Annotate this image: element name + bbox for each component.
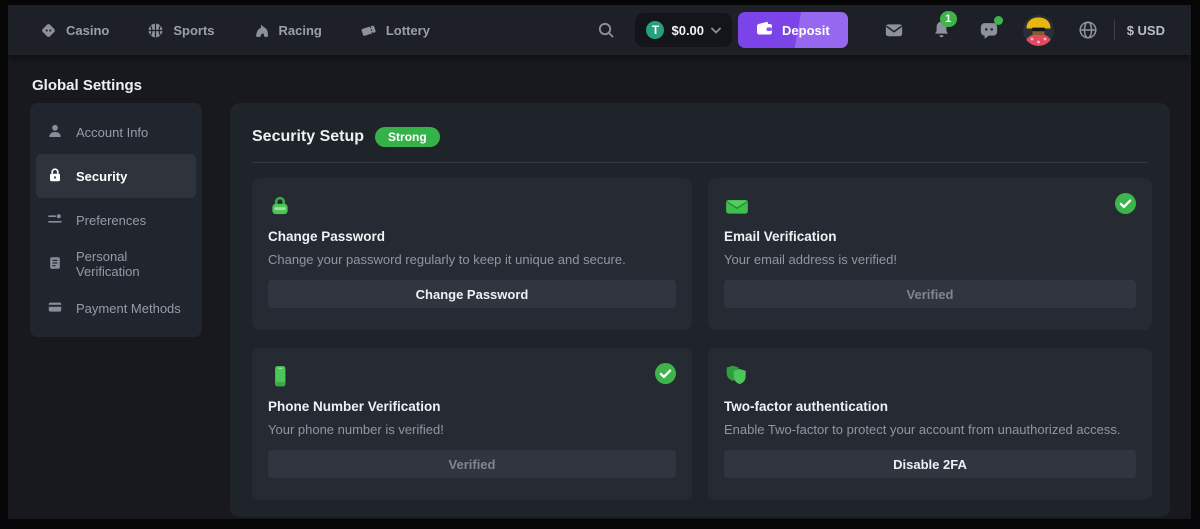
search-icon[interactable] (597, 21, 615, 39)
envelope-icon (724, 194, 1136, 218)
padlock-icon (268, 194, 676, 218)
security-panel: Security Setup Strong Change Password Ch… (230, 103, 1170, 517)
email-verified-button: Verified (724, 280, 1136, 308)
panel-header: Security Setup Strong (230, 103, 1170, 147)
card-description: Your email address is verified! (724, 252, 1136, 267)
card-description: Change your password regularly to keep i… (268, 252, 676, 267)
racing-icon (253, 22, 270, 39)
shields-icon (724, 364, 1136, 388)
security-cards: Change Password Change your password reg… (252, 178, 1152, 500)
currency-selector[interactable]: $ USD (1127, 23, 1165, 38)
nav-item-label: Lottery (386, 23, 430, 38)
sidebar-item-label: Security (76, 169, 127, 184)
change-password-card: Change Password Change your password reg… (252, 178, 692, 330)
phone-icon (268, 364, 676, 388)
nav-item-casino[interactable]: Casino (40, 22, 109, 39)
card-title: Phone Number Verification (268, 399, 676, 414)
strength-badge: Strong (375, 127, 440, 147)
notification-badge: 1 (940, 11, 957, 27)
sidebar-item-preferences[interactable]: Preferences (36, 198, 196, 242)
card-description: Your phone number is verified! (268, 422, 676, 437)
lottery-icon (360, 22, 377, 39)
nav-item-label: Sports (173, 23, 214, 38)
document-icon (47, 255, 63, 274)
sidebar-item-security[interactable]: Security (36, 154, 196, 198)
disable-2fa-button[interactable]: Disable 2FA (724, 450, 1136, 478)
two-factor-card: Two-factor authentication Enable Two-fac… (708, 348, 1152, 500)
chevron-down-icon (711, 21, 721, 39)
sidebar-item-personal-verification[interactable]: Personal Verification (36, 242, 196, 286)
sidebar-item-account-info[interactable]: Account Info (36, 110, 196, 154)
settings-sidebar: Account Info Security Preferences Person… (30, 103, 202, 337)
sidebar-item-label: Personal Verification (76, 249, 185, 279)
sports-icon (147, 22, 164, 39)
balance-dropdown[interactable]: T $0.00 (635, 13, 732, 47)
card-description: Enable Two-factor to protect your accoun… (724, 422, 1136, 437)
avatar[interactable] (1023, 15, 1054, 46)
user-icon (47, 123, 63, 142)
mail-icon[interactable] (884, 20, 904, 40)
deposit-label: Deposit (782, 23, 830, 38)
chat-icon[interactable] (979, 20, 999, 40)
balance-amount: $0.00 (671, 23, 704, 38)
nav-item-sports[interactable]: Sports (147, 22, 214, 39)
deposit-button[interactable]: Deposit (738, 12, 848, 48)
sidebar-item-payment-methods[interactable]: Payment Methods (36, 286, 196, 330)
header-divider (252, 162, 1148, 163)
bell-icon[interactable]: 1 (932, 20, 951, 40)
divider (1114, 20, 1115, 40)
globe-icon[interactable] (1078, 20, 1098, 40)
card-icon (47, 299, 63, 318)
casino-icon (40, 22, 57, 39)
top-navbar: Casino Sports Racing Lottery T $0.00 (8, 5, 1191, 55)
sidebar-item-label: Payment Methods (76, 301, 181, 316)
phone-verified-button: Verified (268, 450, 676, 478)
preferences-icon (47, 211, 63, 230)
card-title: Email Verification (724, 229, 1136, 244)
nav-item-racing[interactable]: Racing (253, 22, 322, 39)
sidebar-item-label: Preferences (76, 213, 146, 228)
card-title: Change Password (268, 229, 676, 244)
lock-icon (47, 167, 63, 186)
app-window: Casino Sports Racing Lottery T $0.00 (8, 5, 1191, 519)
page-title: Global Settings (32, 77, 142, 94)
change-password-button[interactable]: Change Password (268, 280, 676, 308)
phone-verification-card: Phone Number Verification Your phone num… (252, 348, 692, 500)
nav-item-lottery[interactable]: Lottery (360, 22, 430, 39)
verified-check-icon (1115, 193, 1136, 219)
tether-coin-icon: T (646, 21, 664, 39)
primary-nav: Casino Sports Racing Lottery (40, 22, 430, 39)
email-verification-card: Email Verification Your email address is… (708, 178, 1152, 330)
wallet-icon (756, 21, 773, 39)
card-title: Two-factor authentication (724, 399, 1136, 414)
panel-title: Security Setup (252, 128, 364, 146)
nav-item-label: Racing (279, 23, 322, 38)
nav-item-label: Casino (66, 23, 109, 38)
chat-status-dot (994, 16, 1003, 25)
sidebar-item-label: Account Info (76, 125, 148, 140)
navbar-actions: T $0.00 Deposit 1 $ USD (597, 12, 1165, 48)
verified-check-icon (655, 363, 676, 389)
